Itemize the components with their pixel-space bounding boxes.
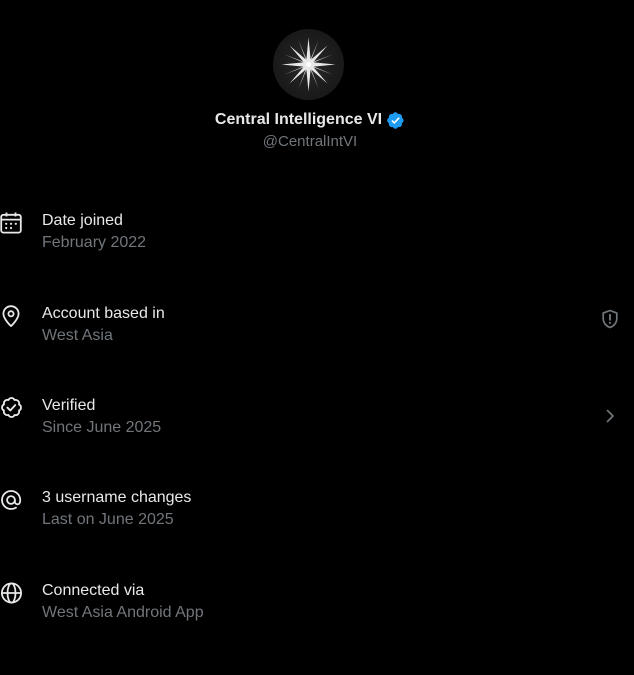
compass-star-logo (281, 37, 336, 92)
chevron-right-icon[interactable] (601, 407, 619, 425)
info-row-verified[interactable]: Verified Since June 2025 (0, 385, 634, 445)
profile-header: Central Intelligence VI @CentralIntVI (0, 0, 634, 170)
row-title: Verified (42, 397, 96, 414)
info-row-connected-via: Connected via West Asia Android App (0, 570, 634, 630)
info-row-account-based-in: Account based in West Asia (0, 293, 634, 353)
verified-badge-icon[interactable] (386, 111, 405, 130)
row-subtitle: Last on June 2025 (42, 511, 174, 528)
row-title: Account based in (42, 305, 165, 322)
calendar-icon (0, 212, 22, 234)
handle: @CentralIntVI (262, 133, 358, 150)
location-pin-icon (2, 305, 20, 327)
name-row: Central Intelligence VI (0, 108, 620, 132)
row-subtitle: West Asia Android App (42, 604, 204, 621)
row-title: 3 username changes (42, 489, 192, 506)
row-subtitle: Since June 2025 (42, 419, 162, 436)
row-subtitle: February 2022 (42, 234, 147, 251)
verified-outline-icon (1, 397, 22, 418)
shield-alert-icon[interactable] (599, 308, 621, 330)
row-subtitle: West Asia (42, 327, 113, 344)
info-row-username-changes: 3 username changes Last on June 2025 (0, 477, 634, 537)
info-row-date-joined: Date joined February 2022 (0, 200, 634, 260)
row-title: Date joined (42, 212, 123, 229)
row-title: Connected via (42, 582, 145, 599)
at-sign-icon (1, 490, 22, 510)
display-name[interactable]: Central Intelligence VI (215, 111, 382, 129)
globe-icon (0, 582, 23, 604)
avatar[interactable] (273, 29, 344, 100)
